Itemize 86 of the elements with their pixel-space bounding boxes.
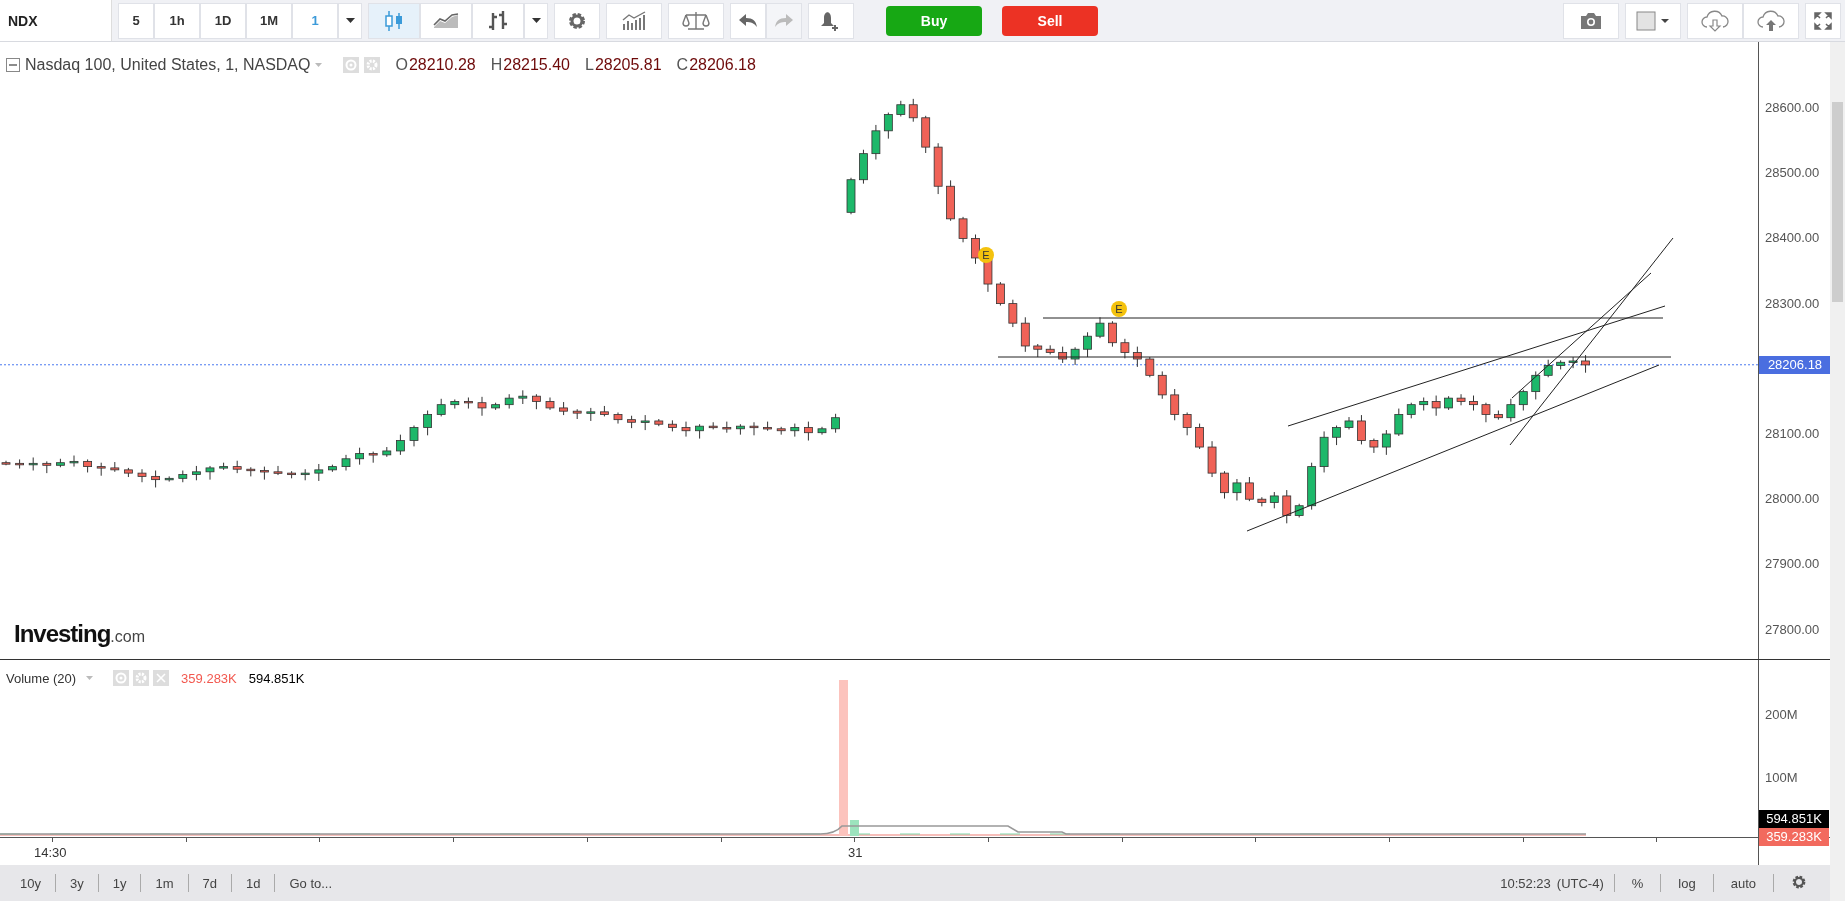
settings-icon xyxy=(133,670,150,686)
price-tick-label: 28500.00 xyxy=(1765,165,1820,181)
volume-value: 594.851K xyxy=(248,670,305,686)
symbol-field[interactable]: NDX xyxy=(0,0,112,41)
trend-line[interactable] xyxy=(1287,305,1666,427)
redo-icon xyxy=(775,13,793,28)
price-tick-label: 28400.00 xyxy=(1765,230,1820,246)
volume-badge: 359.283K xyxy=(1759,828,1829,846)
eye-icon xyxy=(113,670,130,686)
timezone-label[interactable]: (UTC-4) xyxy=(1556,875,1604,891)
volume-title: Volume (20) xyxy=(6,670,77,686)
close-icon xyxy=(153,670,170,686)
square-caret-icon xyxy=(1636,10,1670,31)
trend-line[interactable] xyxy=(1246,364,1660,532)
alert-button[interactable] xyxy=(808,2,854,39)
volume-value: 359.283K xyxy=(181,670,237,686)
clock-time: 10:52:23 xyxy=(1500,875,1551,891)
volume-badge: 594.851K xyxy=(1759,810,1829,828)
range-button[interactable]: 10y xyxy=(6,874,56,892)
compare-button[interactable] xyxy=(668,2,724,39)
price-tick-label: 28000.00 xyxy=(1765,491,1820,507)
settings-icon xyxy=(1791,874,1807,890)
interval-button[interactable]: 5 xyxy=(118,2,154,39)
undo-button[interactable] xyxy=(730,2,766,39)
range-button[interactable]: 3y xyxy=(55,874,99,892)
indicators-icon xyxy=(621,10,647,31)
interval-button[interactable]: 1D xyxy=(200,2,246,39)
trend-line[interactable] xyxy=(1509,237,1674,446)
interval-button[interactable]: 1h xyxy=(154,2,200,39)
scale-option-button[interactable]: log xyxy=(1660,874,1713,892)
event-marker[interactable]: E xyxy=(978,247,994,263)
candlestick-icon xyxy=(384,9,404,32)
price-tick-label: 28300.00 xyxy=(1765,295,1820,311)
trend-line[interactable] xyxy=(1511,272,1652,399)
eye-icon xyxy=(343,57,360,73)
scale-option-button[interactable]: auto xyxy=(1712,874,1773,892)
range-button[interactable]: 1m xyxy=(141,874,189,892)
caret-icon xyxy=(531,18,541,23)
ohlc-value: H28215.40 xyxy=(490,56,570,74)
price-tick-label: 28100.00 xyxy=(1765,426,1820,441)
price-tick-label: 28600.00 xyxy=(1765,100,1820,115)
fullscreen-icon xyxy=(1814,11,1832,30)
last-price-badge: 28206.18 xyxy=(1759,355,1831,374)
settings-icon xyxy=(364,57,381,73)
indicators-button[interactable] xyxy=(606,2,662,39)
save-button[interactable] xyxy=(1743,2,1799,39)
symbol-title: Nasdaq 100, United States, 1, NASDAQ xyxy=(25,56,311,74)
load-button[interactable] xyxy=(1687,2,1743,39)
cloud-download-icon xyxy=(1699,9,1731,32)
screenshot-button[interactable] xyxy=(1563,2,1619,39)
volume-tick-label: 200M xyxy=(1765,707,1798,722)
undo-icon xyxy=(739,13,757,28)
scrollbar[interactable] xyxy=(1830,42,1845,901)
dropdown-button[interactable] xyxy=(524,2,548,39)
dropdown-button[interactable] xyxy=(338,2,362,39)
bar-chart-icon xyxy=(487,9,509,32)
caret-icon xyxy=(315,63,323,67)
fullscreen-button[interactable] xyxy=(1805,2,1841,39)
settings-icon xyxy=(567,10,587,31)
time-label: 31 xyxy=(848,845,863,860)
camera-icon xyxy=(1579,11,1603,30)
price-tick-label: 27800.00 xyxy=(1765,621,1820,637)
chart-type-button[interactable] xyxy=(472,2,524,39)
price-tick-label: 27900.00 xyxy=(1765,556,1820,572)
caret-icon xyxy=(86,676,94,680)
interval-button[interactable]: 1M xyxy=(246,2,292,39)
color-picker-button[interactable] xyxy=(1625,2,1681,39)
range-button[interactable]: 1d xyxy=(231,874,276,892)
range-button[interactable]: 7d xyxy=(188,874,232,892)
scale-option-button[interactable]: % xyxy=(1613,874,1661,892)
goto-button[interactable]: Go to... xyxy=(275,874,347,892)
range-button[interactable]: 1y xyxy=(98,874,142,892)
scrollbar-thumb[interactable] xyxy=(1832,102,1843,302)
volume-tick-label: 100M xyxy=(1765,770,1798,785)
event-marker[interactable]: E xyxy=(1111,301,1127,317)
area-chart-icon xyxy=(433,12,459,29)
investing-logo: Investing.com xyxy=(14,620,146,648)
ohlc-value: L28205.81 xyxy=(584,56,662,74)
scales-icon xyxy=(682,10,710,31)
collapse-icon xyxy=(6,58,20,72)
sell-button[interactable]: Sell xyxy=(1002,5,1098,36)
ohlc-value: C28206.18 xyxy=(676,56,756,74)
ohlc-value: O28210.28 xyxy=(395,56,476,74)
cloud-upload-icon xyxy=(1755,9,1787,32)
time-label: 14:30 xyxy=(34,845,67,860)
caret-icon xyxy=(345,18,355,23)
